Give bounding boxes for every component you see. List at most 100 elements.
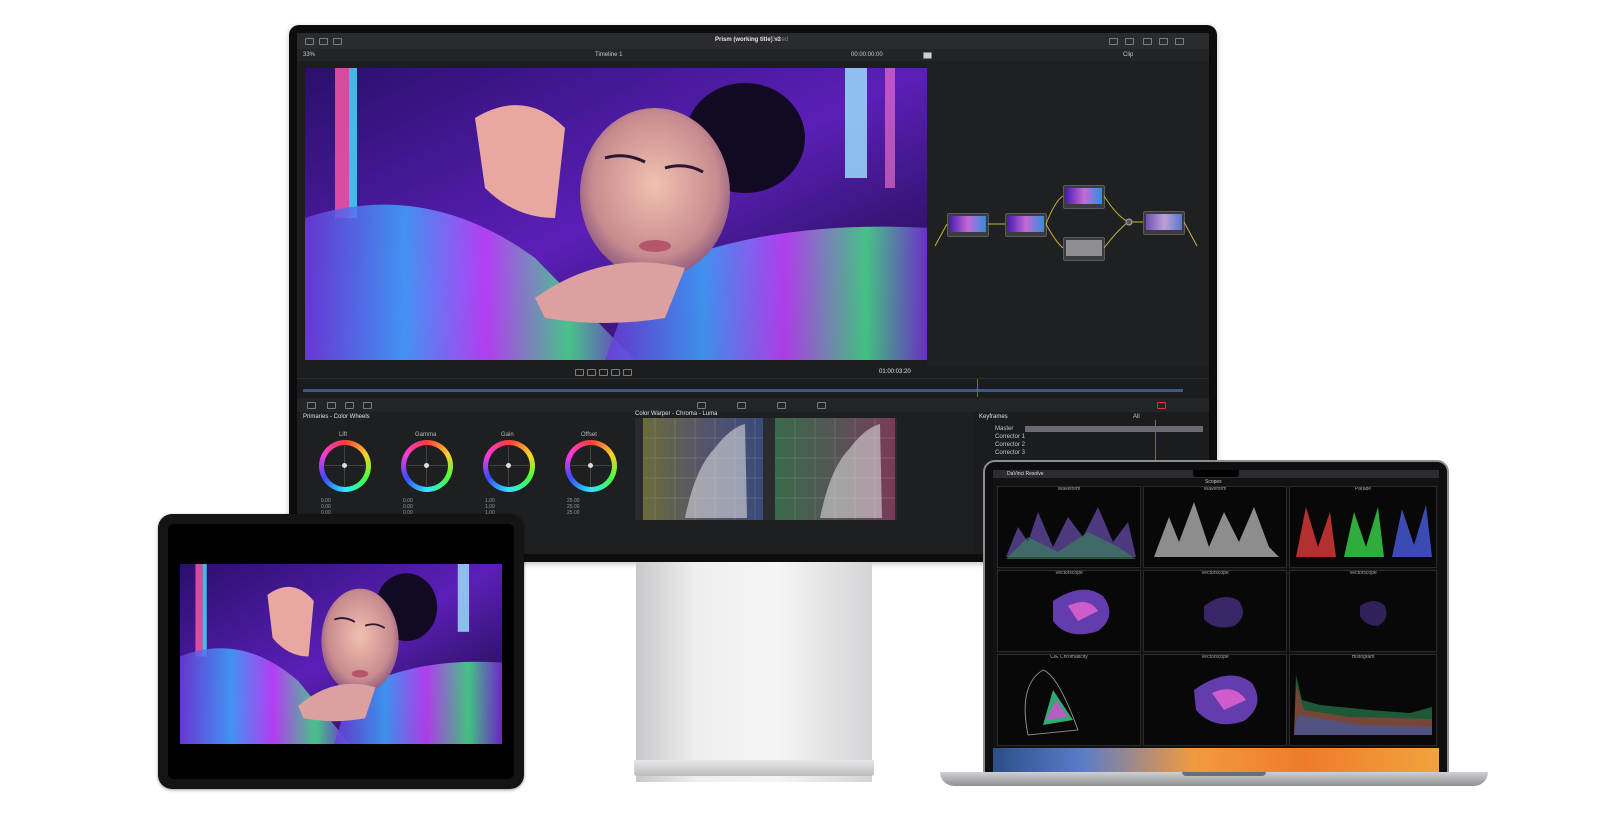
vectorscope-3-trace <box>1360 601 1387 626</box>
tool-icon-1[interactable] <box>307 402 316 409</box>
scope-vectorscope-2[interactable]: Vectorscope <box>1143 570 1287 652</box>
mini-timeline[interactable] <box>297 378 1209 397</box>
wheel-lift-label: Lift <box>339 432 348 438</box>
vectorscope-2-trace <box>1204 597 1243 628</box>
clip-mode-label[interactable]: Clip <box>1123 52 1133 58</box>
edit-index-icon[interactable] <box>333 38 342 45</box>
timecode-top: 00:00:00:00 <box>851 52 883 58</box>
gain-wheel-ring[interactable] <box>483 440 535 492</box>
ipad-portrait-photo <box>180 564 502 744</box>
histogram-trace <box>1294 675 1432 735</box>
viewer-toolbar: 33% Timeline 1 00:00:00:00 Clip <box>297 49 1209 61</box>
tool-icon-8[interactable] <box>817 402 826 409</box>
highlight-icon[interactable] <box>923 52 932 59</box>
scope-label-5: Vectorscope <box>1349 570 1377 576</box>
media-pool-icon[interactable] <box>305 38 314 45</box>
node-editor[interactable] <box>927 61 1209 371</box>
scope-waveform-2[interactable]: Waveform <box>1143 486 1287 568</box>
menu-bar: DaVinci Resolve <box>993 470 1439 478</box>
ipad-device <box>158 514 524 789</box>
scope-label-1: Waveform <box>1203 486 1227 492</box>
macbook-lid: DaVinci Resolve Scopes Waveform Waveform… <box>983 460 1449 776</box>
warper-grids <box>643 418 895 520</box>
menu-app-name[interactable]: DaVinci Resolve <box>1007 471 1044 477</box>
scope-vectorscope-4[interactable]: Vectorscope <box>1143 654 1287 746</box>
tool-icon-6[interactable] <box>737 402 746 409</box>
tool-icon-2[interactable] <box>327 402 336 409</box>
share-icon[interactable] <box>1143 38 1152 45</box>
project-status: Edited <box>771 37 789 43</box>
desktop-wallpaper-strip <box>993 748 1439 772</box>
portrait-photo <box>305 68 931 360</box>
stop-icon[interactable] <box>599 369 608 376</box>
keyframes-title: Keyframes <box>979 414 1008 420</box>
wheel-offset-values[interactable]: 25.00 25.00 25.00 <box>567 498 580 516</box>
scope-histogram[interactable]: Histogram <box>1289 654 1437 746</box>
scope-label-7: Vectorscope <box>1201 654 1229 660</box>
scope-waveform-1[interactable]: Waveform <box>997 486 1141 568</box>
macbook-lip <box>1182 772 1266 776</box>
wheel-gamma-label: Gamma <box>415 432 437 438</box>
scope-cie[interactable]: CIE Chromaticity <box>997 654 1141 746</box>
warper-panel-title: Color Warper - Chroma - Luma <box>635 411 718 417</box>
scope-label-6: CIE Chromaticity <box>1050 654 1088 660</box>
play-icon[interactable] <box>611 369 620 376</box>
wheels-panel-title: Primaries - Color Wheels <box>303 414 370 420</box>
effects-icon[interactable] <box>319 38 328 45</box>
monitor-stand-foot <box>634 760 874 776</box>
cie-diagram <box>1024 669 1079 736</box>
ipad-screen <box>168 524 514 779</box>
transport-controls: 01:00:03:20 <box>297 366 1209 378</box>
scopes-title: Scopes <box>1205 479 1222 485</box>
parade-trace <box>1296 505 1432 557</box>
tool-icon-3[interactable] <box>345 402 354 409</box>
keyframes-row-2[interactable]: Corrector 2 <box>995 442 1025 448</box>
keyframes-row-3[interactable]: Corrector 3 <box>995 450 1025 456</box>
skip-back-icon[interactable] <box>575 369 584 376</box>
node-connections <box>934 195 1198 249</box>
keyframes-row-0[interactable]: Master <box>995 426 1013 432</box>
tool-icon-7[interactable] <box>777 402 786 409</box>
title-bar: Prism (working title) v2 Edited <box>297 33 1209 50</box>
people-icon[interactable] <box>1109 38 1118 45</box>
wheel-offset-label: Offset <box>581 432 597 438</box>
gamma-wheel-ring[interactable] <box>401 440 453 492</box>
color-warper[interactable] <box>635 418 897 520</box>
settings-icon[interactable] <box>1159 38 1168 45</box>
ipad-viewer[interactable] <box>180 564 502 744</box>
lift-wheel-ring[interactable] <box>319 440 371 492</box>
viewer-frame[interactable] <box>305 68 931 360</box>
keyframes-filter[interactable]: All <box>1133 414 1140 420</box>
waveform-1-trace <box>1006 507 1136 559</box>
vectorscope-4-trace <box>1194 675 1258 725</box>
scope-label-3: Vectorscope <box>1055 570 1083 576</box>
vectorscope-1-trace <box>1053 589 1110 635</box>
monitor-stand <box>636 562 872 782</box>
scope-label-8: Histogram <box>1351 654 1375 660</box>
camera-notch <box>1193 470 1239 477</box>
tool-icon-5[interactable] <box>697 402 706 409</box>
macbook-screen: DaVinci Resolve Scopes Waveform Waveform… <box>993 470 1439 772</box>
scope-label-0: Waveform <box>1057 486 1081 492</box>
playhead[interactable] <box>977 379 978 397</box>
offset-wheel-ring[interactable] <box>565 440 617 492</box>
scope-parade[interactable]: Parade <box>1289 486 1437 568</box>
keyframes-master-track[interactable] <box>1025 426 1203 432</box>
tool-icon-4[interactable] <box>363 402 372 409</box>
wheel-gain-label: Gain <box>501 432 514 438</box>
waveform-2-trace <box>1154 502 1279 557</box>
keyframes-row-1[interactable]: Corrector 1 <box>995 434 1025 440</box>
play-reverse-icon[interactable] <box>587 369 596 376</box>
zoom-level[interactable]: 33% <box>303 52 315 58</box>
monitor-icon[interactable] <box>1125 38 1134 45</box>
skip-forward-icon[interactable] <box>623 369 632 376</box>
page-tools-bar <box>297 398 1209 412</box>
timeline-track[interactable] <box>303 389 1183 392</box>
expand-icon[interactable] <box>1175 38 1184 45</box>
tool-icon-red[interactable] <box>1157 402 1166 409</box>
scope-vectorscope-1[interactable]: Vectorscope <box>997 570 1141 652</box>
scope-label-2: Parade <box>1354 486 1372 492</box>
viewer-timecode: 01:00:03:20 <box>879 369 911 375</box>
timeline-selector[interactable]: Timeline 1 <box>595 52 622 58</box>
scope-vectorscope-3[interactable]: Vectorscope <box>1289 570 1437 652</box>
